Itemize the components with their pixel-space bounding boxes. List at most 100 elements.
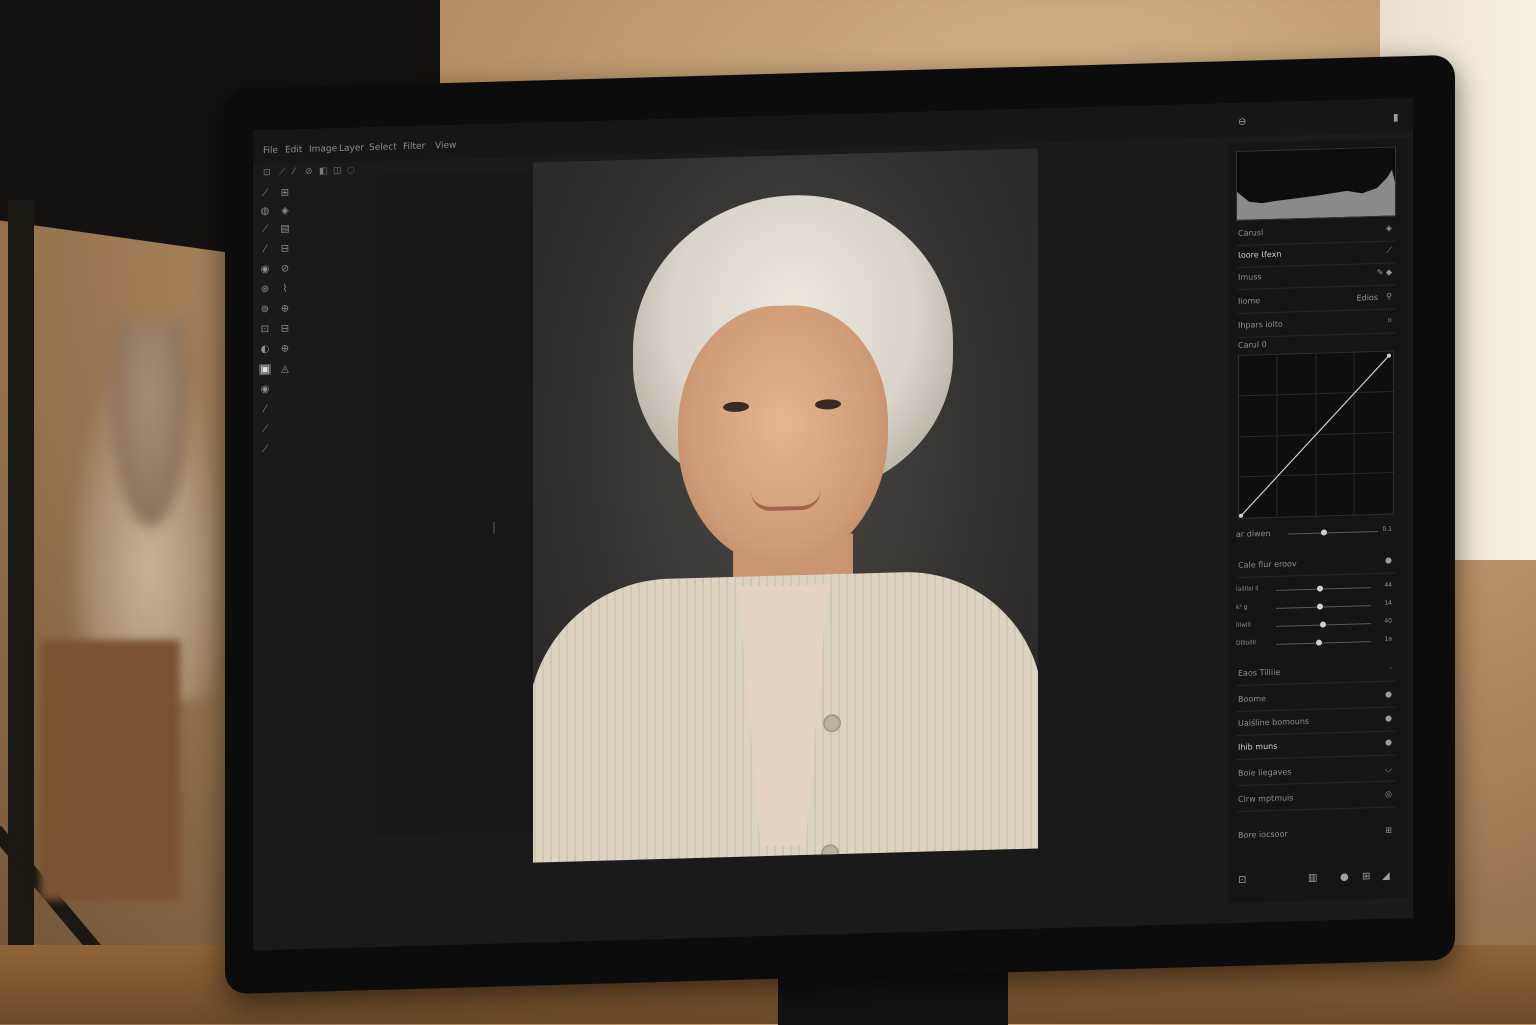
edit-icon[interactable]: ⟋ [1386, 246, 1392, 256]
row-label: Boome [1238, 694, 1266, 704]
ruler-tool-icon[interactable]: ⊟ [279, 243, 291, 254]
grid-icon[interactable]: ⊞ [1362, 871, 1370, 882]
row-label: Imuss [1238, 272, 1262, 282]
slider-value: 40 [1384, 617, 1392, 625]
row-label: Cale flur eroov [1238, 559, 1297, 570]
eyedropper-tool-icon[interactable]: ⁄ [259, 244, 271, 255]
crop-tool-icon[interactable]: ⟋ [259, 224, 271, 235]
slider-knob[interactable] [1317, 585, 1323, 592]
menu-dots-icon[interactable]: ▮ [1393, 112, 1399, 123]
delete-icon[interactable]: ◢ [1382, 871, 1390, 882]
menu-file[interactable]: File [263, 146, 278, 156]
slider-track [1276, 605, 1371, 609]
adjust-slider[interactable]: lailllal ll 44 [1236, 580, 1396, 598]
adjust-slider[interactable]: lllwlll 40 [1236, 616, 1396, 634]
marquee-tool-icon[interactable]: ⊞ [279, 187, 291, 198]
panel-row[interactable]: Ihib muns ● [1236, 734, 1396, 760]
patch-tool-icon[interactable]: ⊘ [279, 263, 291, 274]
panel-row-properties[interactable]: Ihpars iolto ⌗ [1236, 312, 1396, 338]
clone-tool-icon[interactable]: ⊚ [259, 304, 271, 315]
frame-tool-icon[interactable]: ▤ [279, 223, 291, 234]
slider-value: 14 [1384, 599, 1392, 607]
menu-filter[interactable]: Filter [403, 142, 425, 153]
move-tool-icon[interactable]: ⟋ [259, 188, 271, 199]
hand-tool-icon[interactable]: ⁄ [259, 404, 271, 415]
history-brush-icon[interactable]: ⊕ [279, 303, 291, 314]
gradient-tool-icon[interactable]: ⊟ [279, 323, 291, 334]
target-icon[interactable]: ◎ [1385, 790, 1392, 799]
panel-row[interactable]: Uaiśline bomouns ● [1236, 710, 1396, 736]
panel-row-presets[interactable]: Ɩoore Ɩfexn ⟋ [1236, 242, 1396, 268]
brush-icon[interactable]: ⟋ [279, 167, 285, 177]
diamond-icon[interactable]: ◈ [1386, 224, 1392, 233]
curve-icon[interactable]: ◡ [1385, 764, 1392, 773]
row-value: Edios [1356, 292, 1378, 303]
shape-icon[interactable]: ◫ [333, 166, 342, 176]
panel-row-tone[interactable]: Iiome Edios ⚲ [1236, 288, 1396, 314]
slider-knob[interactable] [1316, 639, 1322, 646]
grid-icon[interactable]: ⊞ [1385, 826, 1392, 835]
pencil-tool-icon[interactable]: ⌇ [279, 283, 291, 294]
eraser-tool-icon[interactable]: ⊡ [259, 324, 271, 335]
panel-row[interactable]: Boie Iiegaves ◡ [1236, 760, 1396, 786]
menu-view[interactable]: View [435, 141, 456, 152]
lasso-tool-icon[interactable]: ◍ [259, 206, 271, 217]
dot-icon[interactable]: · [1389, 664, 1392, 673]
slider-label: lllwlll [1236, 621, 1251, 629]
pencil-icon[interactable]: ✎ ◆ [1377, 268, 1392, 277]
info-icon[interactable]: ⌗ [1387, 316, 1392, 326]
pin-icon[interactable]: ⚲ [1386, 292, 1392, 301]
slider-knob[interactable] [1317, 603, 1323, 610]
image-canvas[interactable] [533, 148, 1038, 863]
new-layer-icon[interactable]: ⊡ [1238, 875, 1246, 886]
slider-value: 1a [1384, 635, 1393, 643]
pen-icon[interactable]: ⁄ [293, 167, 295, 177]
curve-slider[interactable]: ar diwen 0.1 [1236, 524, 1396, 542]
menu-edit[interactable]: Edit [285, 145, 302, 155]
toggle-icon[interactable]: ● [1385, 690, 1392, 699]
slider-label: ar diwen [1236, 528, 1271, 539]
path-select-tool-icon[interactable]: ◉ [259, 384, 271, 395]
pen-tool-icon[interactable]: ▣ [259, 363, 271, 376]
brush-tool-icon[interactable]: ⊛ [259, 284, 271, 295]
panel-row-color-filter[interactable]: Cale flur eroov ● [1236, 552, 1396, 578]
eraser-icon[interactable]: ⊘ [305, 167, 313, 177]
quick-select-tool-icon[interactable]: ◈ [279, 205, 291, 216]
type-tool-icon[interactable]: ◬ [279, 363, 291, 374]
fill-icon[interactable]: ◧ [319, 166, 328, 176]
columns-icon[interactable]: ▥ [1308, 873, 1317, 884]
panel-row-images[interactable]: Imuss ✎ ◆ [1236, 264, 1396, 290]
adjust-slider[interactable]: k² ǥ 14 [1236, 598, 1396, 616]
row-label: Boie Iiegaves [1238, 767, 1292, 778]
toggle-icon[interactable]: ● [1385, 556, 1392, 565]
row-label: Ihpars iolto [1238, 319, 1283, 330]
menu-select[interactable]: Select [369, 142, 397, 153]
panel-divider-handle[interactable] [493, 521, 495, 534]
slider-track [1276, 641, 1371, 645]
brush-preset-icon[interactable]: ⊡ [263, 168, 271, 178]
panel-row[interactable]: Clrw mptmuis ◎ [1236, 786, 1396, 812]
row-label: Iiome [1238, 296, 1261, 306]
toggle-icon[interactable]: ● [1385, 738, 1392, 747]
row-label: Carusl [1238, 228, 1264, 238]
healing-tool-icon[interactable]: ◉ [259, 264, 271, 275]
panel-row[interactable]: Eaos Tilliie · [1236, 660, 1396, 686]
left-panel [375, 170, 535, 835]
panel-row[interactable]: Boome ● [1236, 686, 1396, 712]
toggle-icon[interactable]: ● [1385, 714, 1392, 723]
adjust-slider[interactable]: Dlllollll 1a [1236, 634, 1396, 652]
slider-knob[interactable] [1321, 529, 1327, 536]
zoom-tool-icon[interactable]: ⟋ [259, 424, 271, 435]
dodge-tool-icon[interactable]: ⊕ [279, 343, 291, 354]
color-swatch-icon[interactable]: ⟋ [259, 444, 271, 455]
mask-icon[interactable]: ● [1340, 872, 1349, 883]
adjust-icon[interactable]: ◌ [347, 166, 355, 176]
menu-layer[interactable]: Layer [339, 143, 364, 154]
panel-row-curves[interactable]: Carusl ◈ [1236, 220, 1396, 246]
menu-image[interactable]: Image [309, 144, 337, 155]
blur-tool-icon[interactable]: ◐ [259, 344, 271, 355]
eye-icon[interactable]: ⊖ [1238, 117, 1246, 128]
panel-row[interactable]: Bore iocsoor ⊞ [1236, 822, 1396, 846]
slider-knob[interactable] [1320, 621, 1326, 628]
curves-graph[interactable] [1238, 350, 1394, 519]
